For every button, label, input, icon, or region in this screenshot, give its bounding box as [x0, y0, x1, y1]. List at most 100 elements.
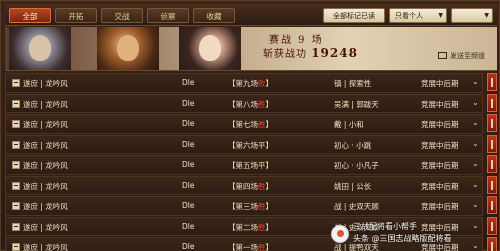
stage-label: 竞展中后期: [421, 140, 459, 150]
round-text: 【第三场: [228, 202, 258, 211]
send-to-channel-label: 发送至频道: [450, 52, 485, 60]
round-text: 【第四场: [228, 181, 258, 191]
round-text: 【第七场: [228, 120, 258, 129]
secondary-dropdown[interactable]: ▼: [451, 8, 493, 23]
mail-icon: [12, 222, 20, 231]
sender-name: 遂庶 | 龙吟风: [23, 181, 68, 191]
report-row[interactable]: 遂庶 | 龙吟风 Dle 【第五场平】 初心 · 小凡子 竞展中后期 ⌄: [5, 155, 483, 175]
stage-label: 竞展中后期: [421, 202, 459, 211]
general-portrait-2: [97, 27, 159, 70]
opponent-name: Dle: [182, 78, 195, 87]
round-label: 【第一场胜】: [228, 243, 273, 251]
side-tag-icon[interactable]: [487, 93, 497, 112]
player-names: 初心 · 小跳: [334, 140, 372, 150]
tab-battle[interactable]: 交战: [101, 8, 143, 23]
chevron-down-icon: ▼: [438, 12, 443, 19]
chevron-down-icon[interactable]: ⌄: [472, 159, 479, 168]
round-result: 胜: [258, 120, 266, 129]
tab-bar: 全部 开拓 交战 侦察 收藏 全部标记已读 只看个人 ▼ ▼: [5, 4, 497, 26]
tab-favorite[interactable]: 收藏: [193, 8, 235, 23]
round-result: 胜: [258, 222, 266, 232]
round-result: 胜: [258, 99, 266, 109]
player-names: 吴满 | 郭跋天: [334, 99, 379, 109]
season-count: 赛战 9 场: [269, 35, 324, 46]
round-label: 【第七场胜】: [228, 120, 273, 129]
opponent-name: Dle: [182, 221, 195, 231]
sender-name: 遂庶 | 龙吟风: [23, 243, 68, 251]
watermark: 三战配将看小帮手 头条 @三国志战略版配将看: [331, 221, 500, 249]
mail-icon: [12, 202, 20, 210]
stage-label: 竞展中后期: [421, 181, 459, 191]
chevron-down-icon: ▼: [484, 12, 489, 19]
report-window: 全部 开拓 交战 侦察 收藏 全部标记已读 只看个人 ▼ ▼ 赛战 9 场 斩获…: [0, 0, 500, 251]
tab-explore[interactable]: 开拓: [55, 8, 97, 23]
chevron-down-icon[interactable]: ⌄: [472, 200, 479, 209]
round-text: 【第五场: [228, 161, 258, 170]
report-row[interactable]: 遂庶 | 龙吟风 Dle 【第六场平】 初心 · 小跳 竞展中后期 ⌄: [5, 134, 483, 154]
side-tag-icon[interactable]: [487, 196, 497, 214]
round-label: 【第九场败】: [228, 79, 273, 88]
tab-all[interactable]: 全部: [9, 8, 51, 23]
share-icon: [438, 52, 447, 59]
side-tag-icon[interactable]: [487, 134, 497, 153]
mail-icon: [12, 181, 20, 190]
sender-name: 遂庶 | 龙吟风: [23, 161, 68, 170]
stage-label: 竞展中后期: [421, 99, 459, 109]
side-tag-icon[interactable]: [487, 175, 497, 194]
round-label: 【第三场胜】: [228, 202, 273, 211]
sender-name: 遂庶 | 龙吟风: [23, 99, 68, 109]
chevron-down-icon[interactable]: ⌄: [472, 180, 479, 189]
chevron-down-icon[interactable]: ⌄: [472, 139, 479, 148]
player-names: 姚田 | 公长: [334, 181, 372, 191]
round-result: 败: [258, 79, 266, 88]
sender-name: 遂庶 | 龙吟风: [23, 120, 68, 129]
report-row[interactable]: 遂庶 | 龙吟风 Dle 【第八场胜】 吴满 | 郭跋天 竞展中后期 ⌄: [5, 93, 483, 113]
opponent-name: Dle: [182, 98, 195, 108]
sender-name: 遂庶 | 龙吟风: [23, 79, 68, 88]
watermark-logo: [331, 225, 349, 243]
player-names: 戴 | 小和: [334, 120, 364, 129]
report-row[interactable]: 遂庶 | 龙吟风 Dle 【第三场胜】 战 | 史双天顾 竞展中后期 ⌄: [5, 196, 483, 216]
stage-label: 竞展中后期: [421, 79, 459, 88]
mail-icon: [12, 120, 20, 128]
round-result: 平: [258, 140, 266, 150]
round-text: 【第一场: [228, 243, 258, 251]
mail-icon: [12, 140, 20, 149]
chevron-down-icon[interactable]: ⌄: [472, 118, 479, 127]
sender-name: 遂庶 | 龙吟风: [23, 140, 68, 150]
kills-label: 斩获战功: [263, 49, 307, 60]
kills-value: 19248: [311, 46, 358, 60]
mail-icon: [12, 99, 20, 108]
round-text: 【第二场: [228, 222, 258, 232]
side-tag-icon[interactable]: [487, 155, 497, 173]
stage-label: 竞展中后期: [421, 161, 459, 170]
chevron-down-icon[interactable]: ⌄: [472, 98, 479, 107]
round-result: 胜: [258, 202, 266, 211]
send-to-channel-button[interactable]: 发送至频道: [438, 51, 485, 61]
watermark-line-1: 三战配将看小帮手: [353, 222, 417, 231]
opponent-name: Dle: [182, 201, 195, 210]
round-label: 【第六场平】: [228, 140, 273, 150]
opponent-name: Dle: [182, 139, 195, 149]
chevron-down-icon[interactable]: ⌄: [472, 77, 479, 86]
round-result: 胜: [258, 243, 266, 251]
filter-dropdown[interactable]: 只看个人 ▼: [389, 8, 447, 23]
report-row[interactable]: 遂庶 | 龙吟风 Dle 【第七场胜】 戴 | 小和 竞展中后期 ⌄: [5, 114, 483, 134]
stage-label: 竞展中后期: [421, 120, 459, 129]
opponent-name: Dle: [182, 119, 195, 128]
player-names: 初心 · 小凡子: [334, 161, 379, 170]
report-row[interactable]: 遂庶 | 龙吟风 Dle 【第四场胜】 姚田 | 公长 竞展中后期 ⌄: [5, 175, 483, 195]
opponent-name: Dle: [182, 180, 195, 190]
kills-summary: 斩获战功 19248: [263, 45, 358, 60]
watermark-line-2: 头条 @三国志战略版配将看: [353, 234, 452, 243]
tab-scout[interactable]: 侦察: [147, 8, 189, 23]
mail-icon: [12, 161, 20, 169]
season-banner: 赛战 9 场 斩获战功 19248 发送至频道: [5, 27, 497, 71]
report-row[interactable]: 遂庶 | 龙吟风 Dle 【第九场败】 镇 | 探索性 竞展中后期 ⌄: [5, 73, 483, 93]
side-tag-icon[interactable]: [487, 73, 497, 91]
player-names: 战 | 史双天顾: [334, 202, 379, 211]
general-portrait-3: [179, 27, 241, 70]
mark-all-read-button[interactable]: 全部标记已读: [323, 8, 385, 23]
round-label: 【第二场胜】: [228, 222, 273, 232]
side-tag-icon[interactable]: [487, 114, 497, 132]
